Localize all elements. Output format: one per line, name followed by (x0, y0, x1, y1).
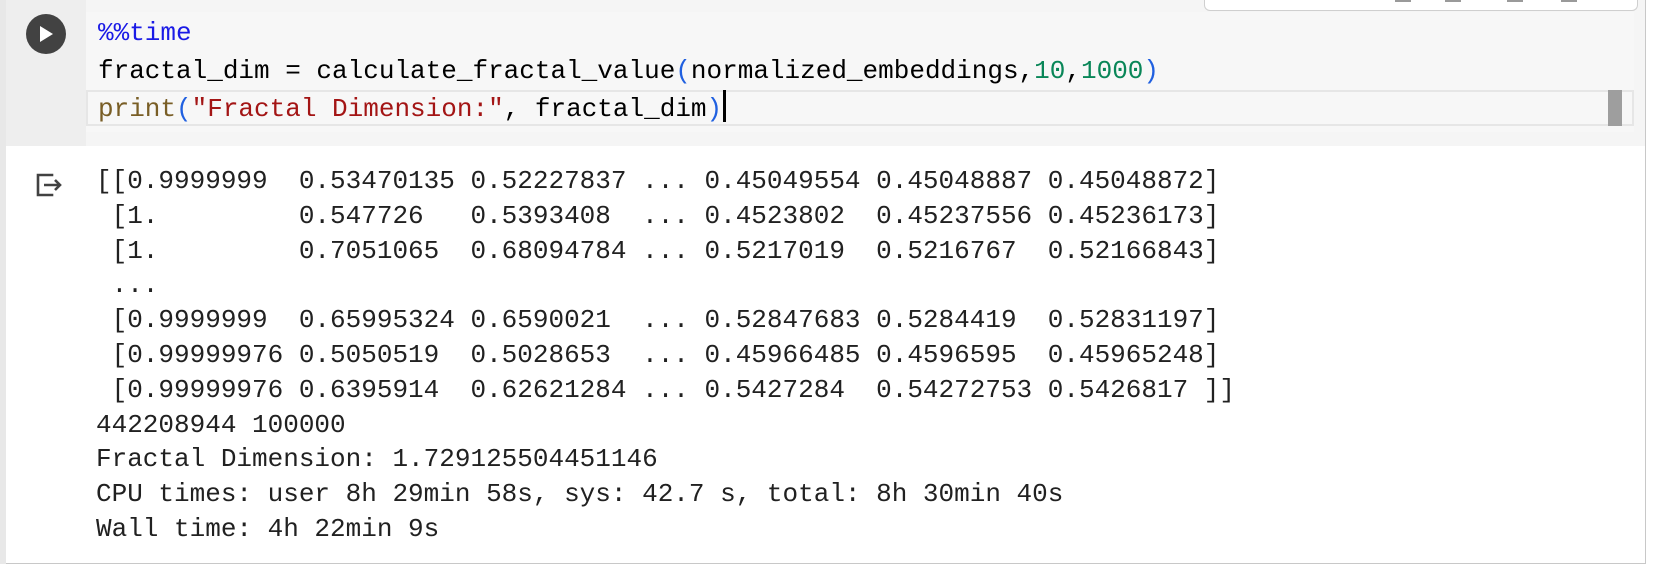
code-token: print (98, 94, 177, 124)
output-line: CPU times: user 8h 29min 58s, sys: 42.7 … (96, 479, 1064, 510)
code-token: %%time (98, 18, 192, 48)
cell-output: [[0.9999999 0.53470135 0.52227837 ... 0.… (96, 164, 1235, 547)
output-line: [0.99999976 0.6395914 0.62621284 ... 0.5… (96, 374, 1235, 405)
code-token: ) (706, 94, 723, 124)
output-line: [1. 0.7051065 0.68094784 ... 0.5217019 0… (96, 235, 1220, 266)
run-cell-button[interactable] (26, 14, 66, 54)
text-cursor (723, 90, 727, 122)
code-content[interactable]: %%time fractal_dim = calculate_fractal_va… (98, 14, 1159, 128)
code-token: fractal_dim = calculate_fractal_value (98, 56, 676, 86)
code-token: ( (176, 94, 192, 124)
code-token: ( (675, 56, 691, 86)
code-line[interactable]: print("Fractal Dimension:", fractal_dim) (98, 90, 1159, 128)
output-line: [0.9999999 0.65995324 0.6590021 ... 0.52… (96, 305, 1220, 336)
toolbar-icon[interactable] (1445, 0, 1461, 2)
output-line: [[0.9999999 0.53470135 0.52227837 ... 0.… (96, 166, 1220, 196)
editor-scrollbar[interactable] (1608, 90, 1622, 126)
toolbar-icon[interactable] (1395, 0, 1411, 2)
notebook-code-cell: %%time fractal_dim = calculate_fractal_va… (0, 0, 1646, 564)
code-token: , fractal_dim (503, 94, 707, 124)
output-redirect-icon[interactable] (34, 170, 64, 200)
code-line[interactable]: fractal_dim = calculate_fractal_value(no… (98, 52, 1159, 90)
code-line[interactable]: %%time (98, 14, 1159, 52)
output-line: [0.99999976 0.5050519 0.5028653 ... 0.45… (96, 339, 1220, 370)
cell-toolbar (1204, 0, 1638, 11)
toolbar-icon[interactable] (1561, 0, 1577, 2)
output-line: Wall time: 4h 22min 9s (96, 513, 440, 544)
code-token: 1000 (1081, 56, 1144, 86)
code-token: , (1065, 56, 1081, 86)
output-line: ... (96, 270, 159, 301)
play-icon (40, 26, 53, 42)
output-line: Fractal Dimension: 1.729125504451146 (96, 444, 658, 475)
code-token: ) (1143, 56, 1160, 86)
code-token: "Fractal Dimension:" (191, 94, 504, 124)
code-token: 10 (1034, 56, 1066, 86)
output-line: 442208944 100000 (96, 409, 346, 440)
code-token: normalized_embeddings, (690, 56, 1035, 86)
toolbar-icon[interactable] (1507, 0, 1523, 2)
output-line: [1. 0.547726 0.5393408 ... 0.4523802 0.4… (96, 200, 1220, 231)
